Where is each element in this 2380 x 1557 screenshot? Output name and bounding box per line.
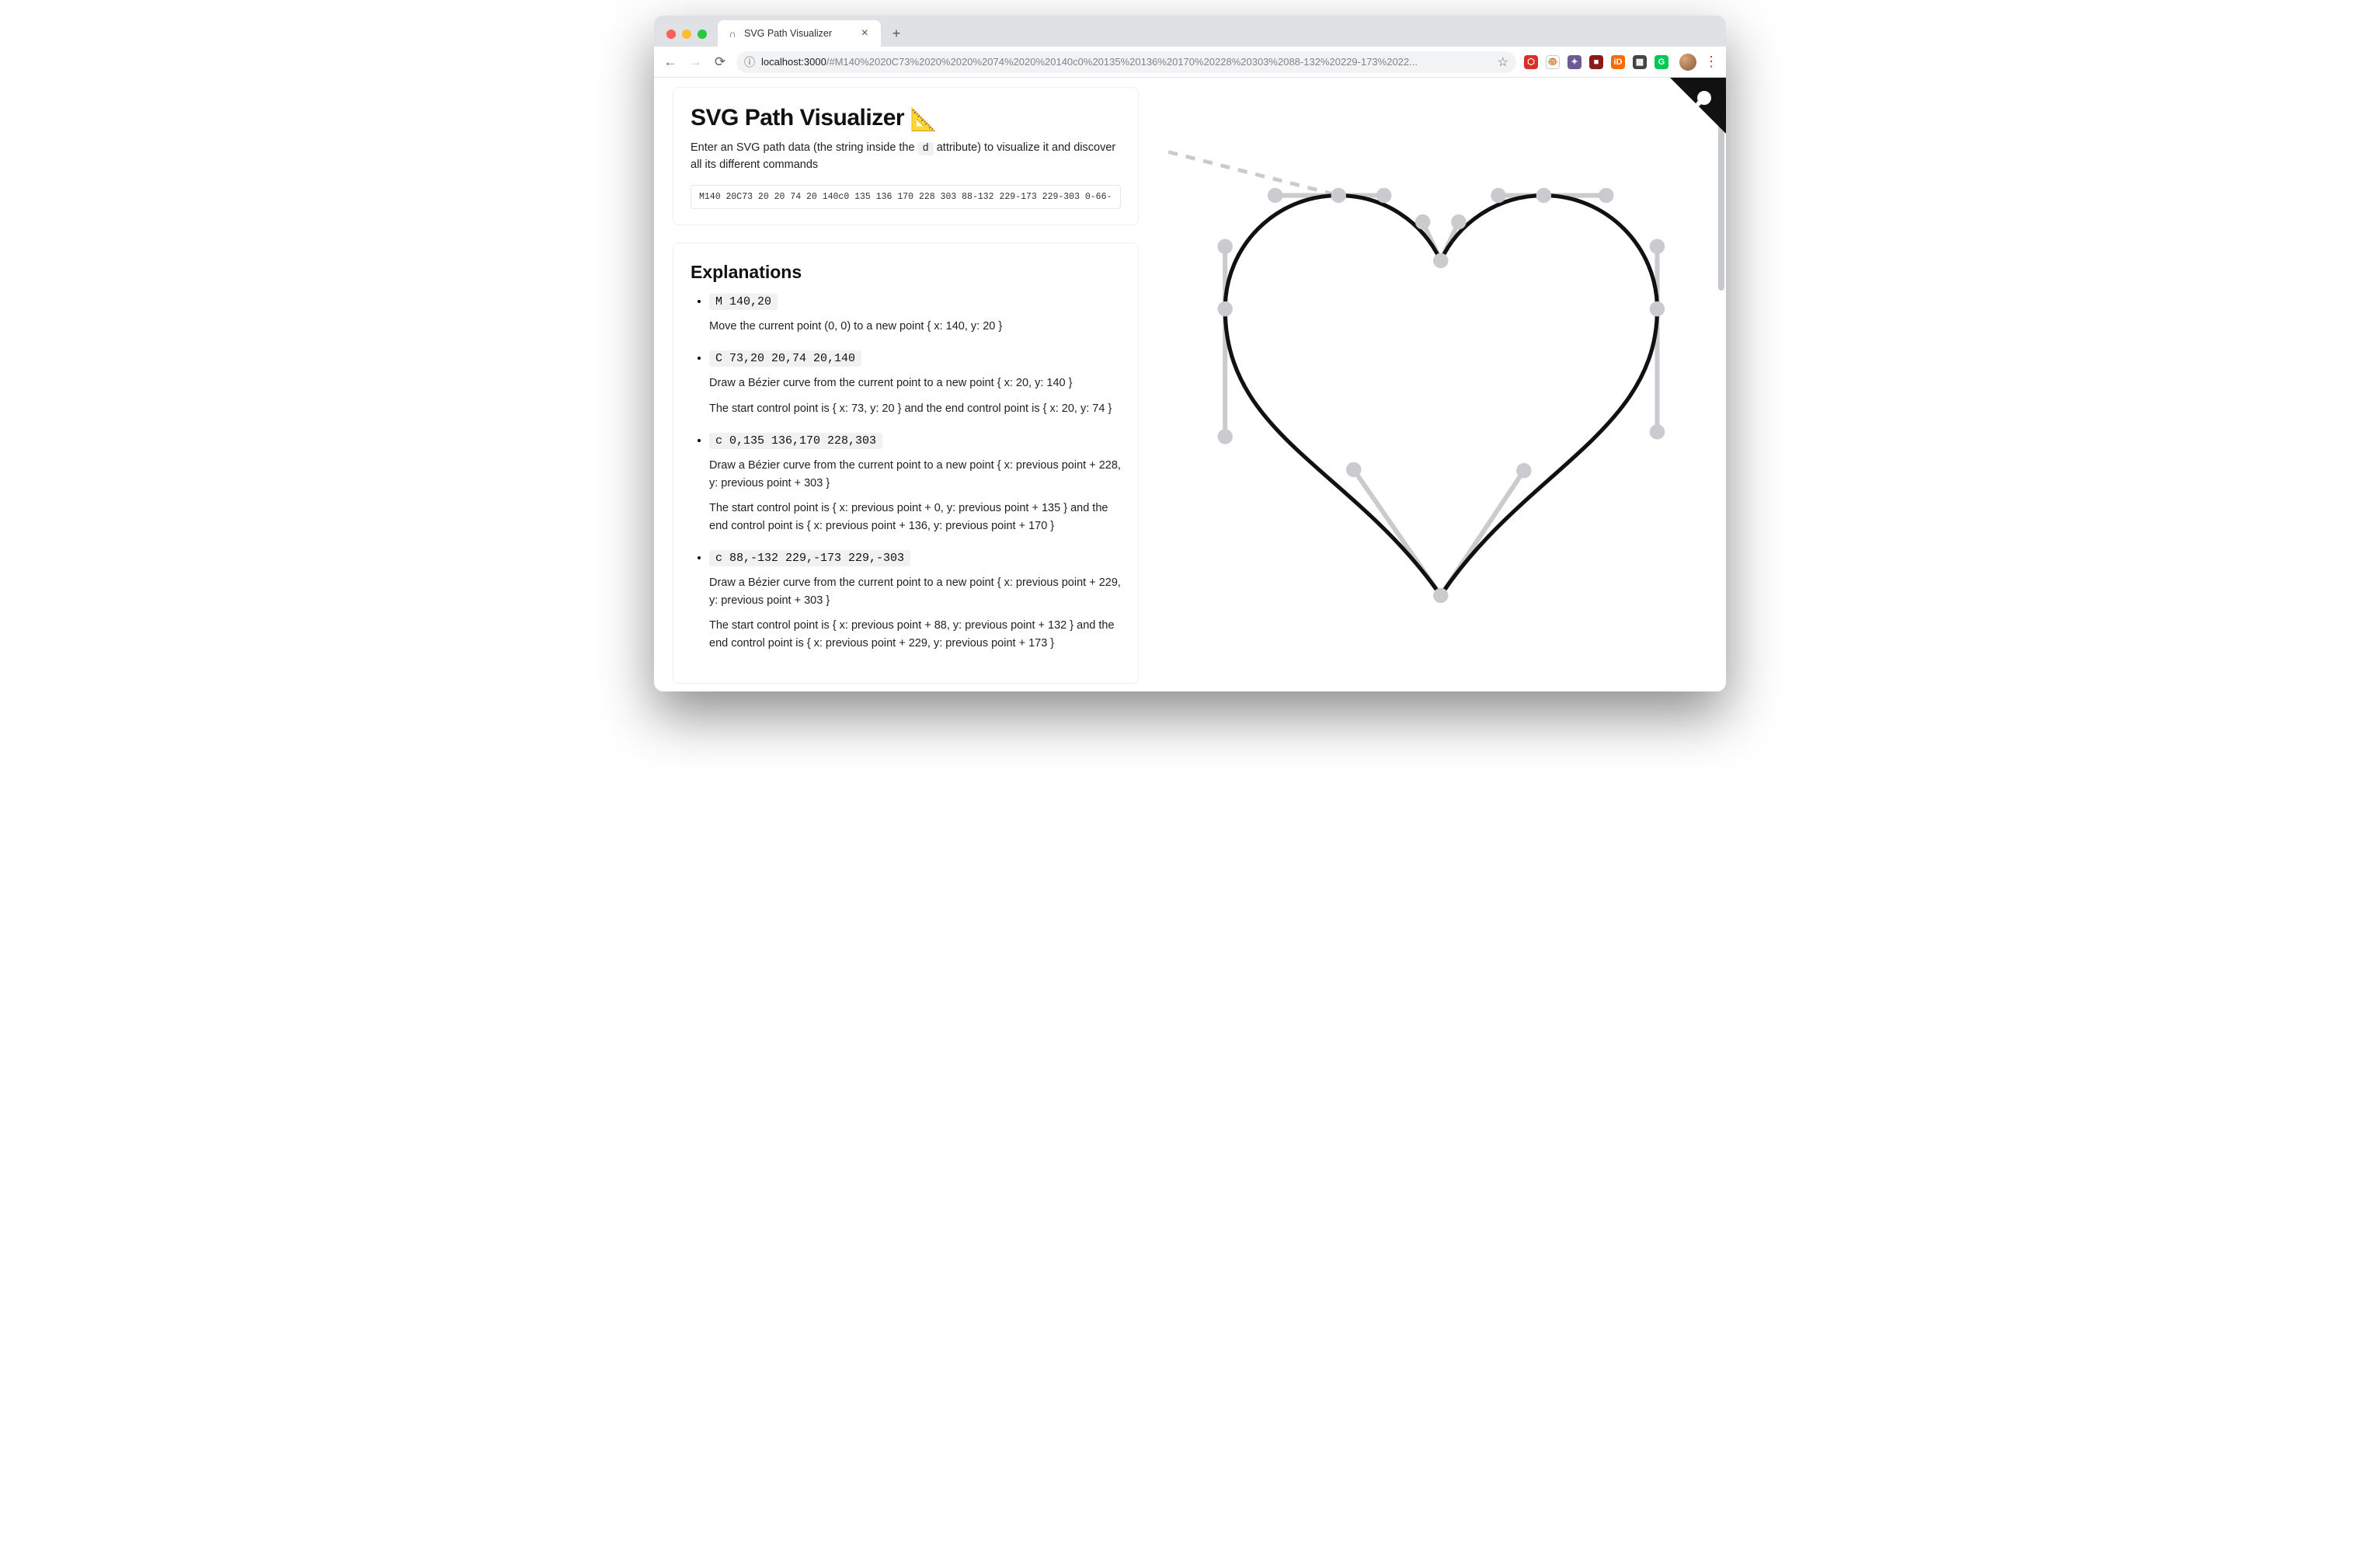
command-item: C 73,20 20,74 20,140 Draw a Bézier curve …: [709, 350, 1121, 417]
extension-icon[interactable]: iD: [1611, 55, 1625, 69]
command-description: The start control point is { x: 73, y: 2…: [709, 400, 1121, 417]
scrollbar[interactable]: [1718, 84, 1724, 685]
command-item: M 140,20 Move the current point (0, 0) to…: [709, 294, 1121, 335]
forward-button: →: [687, 54, 704, 71]
window-controls: [660, 30, 715, 47]
browser-menu-icon[interactable]: ⋮: [1704, 55, 1718, 69]
command-code: C 73,20 20,74 20,140: [709, 350, 861, 367]
command-code: c 88,-132 229,-173 229,-303: [709, 550, 910, 566]
control-point[interactable]: [1433, 253, 1448, 268]
close-window-icon[interactable]: [666, 30, 676, 39]
browser-tab[interactable]: ∩ SVG Path Visualizer ×: [718, 20, 881, 47]
control-point[interactable]: [1650, 424, 1665, 439]
right-panel: [1151, 78, 1726, 691]
control-point[interactable]: [1217, 239, 1232, 254]
site-info-icon[interactable]: ⓘ: [744, 54, 755, 70]
subtitle-pre: Enter an SVG path data (the string insid…: [691, 141, 918, 154]
extension-icon[interactable]: ■: [1589, 55, 1603, 69]
profile-avatar[interactable]: [1679, 54, 1696, 71]
tab-strip: ∩ SVG Path Visualizer × +: [654, 16, 1726, 47]
control-point[interactable]: [1536, 188, 1551, 203]
control-point[interactable]: [1331, 188, 1346, 203]
svg-visualization[interactable]: [1151, 78, 1726, 691]
reload-button[interactable]: ⟳: [712, 54, 729, 71]
command-description: Move the current point (0, 0) to a new p…: [709, 318, 1121, 335]
header-card: SVG Path Visualizer 📐 Enter an SVG path …: [673, 87, 1139, 225]
extension-icon[interactable]: ▦: [1633, 55, 1647, 69]
control-point[interactable]: [1433, 588, 1448, 603]
control-point[interactable]: [1217, 429, 1232, 444]
extension-row: ⬡ 🐵 ✦ ■ iD ▦ G: [1524, 55, 1672, 69]
command-item: c 88,-132 229,-173 229,-303 Draw a Bézier…: [709, 550, 1121, 652]
extension-icon[interactable]: 🐵: [1546, 55, 1560, 69]
control-point[interactable]: [1415, 214, 1430, 229]
close-tab-icon[interactable]: ×: [858, 27, 872, 40]
left-panel: SVG Path Visualizer 📐 Enter an SVG path …: [654, 78, 1151, 691]
control-point[interactable]: [1650, 301, 1665, 316]
favicon-icon: ∩: [727, 28, 738, 39]
path-input[interactable]: [691, 185, 1121, 209]
command-list: M 140,20 Move the current point (0, 0) to…: [691, 294, 1121, 652]
url-text: localhost:3000/#M140%2020C73%2020%2020%2…: [761, 56, 1418, 68]
control-point[interactable]: [1268, 188, 1282, 203]
ruler-emoji-icon: 📐: [910, 107, 937, 131]
control-point[interactable]: [1451, 214, 1466, 229]
tab-title: SVG Path Visualizer: [744, 28, 832, 39]
command-code: c 0,135 136,170 228,303: [709, 433, 882, 449]
control-point[interactable]: [1516, 463, 1531, 478]
browser-window: ∩ SVG Path Visualizer × + ← → ⟳ ⓘ localh…: [654, 16, 1726, 691]
page-content: SVG Path Visualizer 📐 Enter an SVG path …: [654, 78, 1726, 691]
d-attr-code: d: [918, 142, 934, 155]
command-code: M 140,20: [709, 294, 778, 310]
guide-dashed-line: [1168, 152, 1338, 196]
command-description: Draw a Bézier curve from the current poi…: [709, 574, 1121, 609]
new-tab-button[interactable]: +: [886, 23, 907, 44]
control-point[interactable]: [1217, 301, 1232, 316]
github-corner[interactable]: [1670, 78, 1726, 134]
minimize-window-icon[interactable]: [682, 30, 691, 39]
command-description: The start control point is { x: previous…: [709, 500, 1121, 535]
explanations-heading: Explanations: [691, 262, 1121, 283]
page-title-text: SVG Path Visualizer: [691, 105, 904, 131]
address-bar[interactable]: ⓘ localhost:3000/#M140%2020C73%2020%2020…: [736, 51, 1516, 73]
subtitle: Enter an SVG path data (the string insid…: [691, 140, 1121, 174]
command-description: Draw a Bézier curve from the current poi…: [709, 374, 1121, 392]
command-description: Draw a Bézier curve from the current poi…: [709, 457, 1121, 492]
control-point[interactable]: [1491, 188, 1505, 203]
control-point[interactable]: [1599, 188, 1613, 203]
command-description: The start control point is { x: previous…: [709, 617, 1121, 652]
extension-icon[interactable]: ✦: [1568, 55, 1581, 69]
back-button[interactable]: ←: [662, 54, 679, 71]
control-point[interactable]: [1376, 188, 1391, 203]
control-point[interactable]: [1346, 462, 1361, 477]
page-title: SVG Path Visualizer 📐: [691, 105, 1121, 132]
bookmark-star-icon[interactable]: ☆: [1498, 54, 1508, 70]
browser-toolbar: ← → ⟳ ⓘ localhost:3000/#M140%2020C73%202…: [654, 47, 1726, 78]
extension-icon[interactable]: G: [1655, 55, 1668, 69]
control-point[interactable]: [1650, 239, 1665, 254]
explanations-card: Explanations M 140,20 Move the current po…: [673, 242, 1139, 684]
maximize-window-icon[interactable]: [698, 30, 707, 39]
control-points: [1217, 188, 1665, 603]
command-item: c 0,135 136,170 228,303 Draw a Bézier cur…: [709, 433, 1121, 535]
extension-icon[interactable]: ⬡: [1524, 55, 1538, 69]
